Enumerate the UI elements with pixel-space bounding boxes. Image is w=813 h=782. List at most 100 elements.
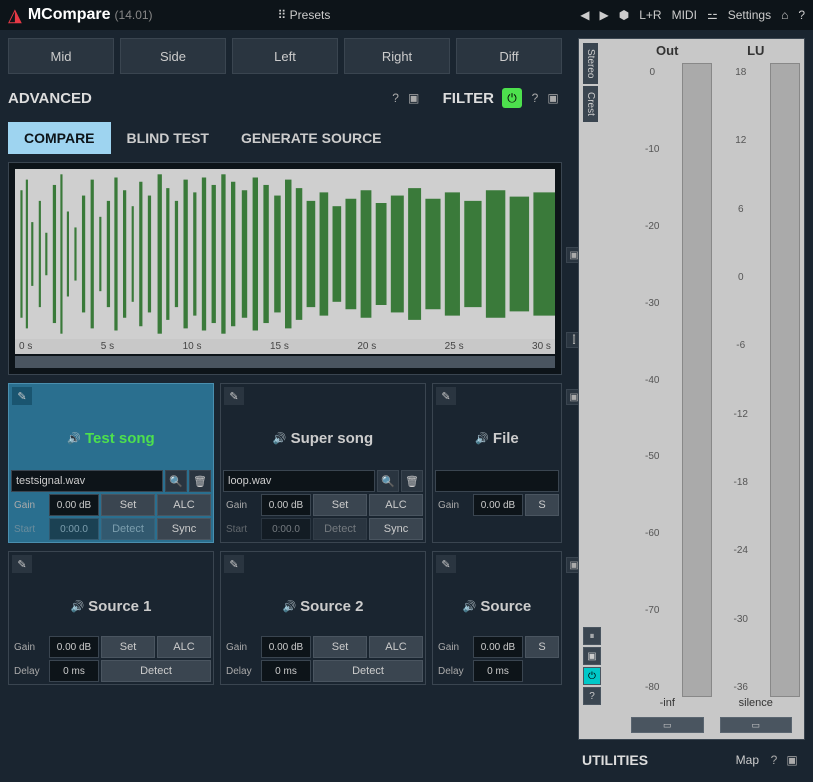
tab-blind-test[interactable]: BLIND TEST <box>111 122 225 154</box>
gain-value[interactable]: 0.00 dB <box>261 494 311 516</box>
stereo-tab[interactable]: Stereo <box>583 43 598 84</box>
gain-value[interactable]: 0.00 dB <box>49 494 99 516</box>
edit-icon[interactable]: ✎ <box>224 387 244 405</box>
edit-icon[interactable]: ✎ <box>436 555 456 573</box>
out-meter-menu[interactable]: ▭ <box>631 717 704 733</box>
edit-icon[interactable]: ✎ <box>12 555 32 573</box>
utilities-label: UTILITIES <box>582 752 648 768</box>
meter-power-button[interactable]: ⏻ <box>583 667 601 685</box>
mode-diff[interactable]: Diff <box>456 38 562 74</box>
file-input[interactable] <box>223 470 375 492</box>
alc-button[interactable]: ALC <box>157 494 211 516</box>
set-button[interactable]: Set <box>313 636 367 658</box>
filter-collapse-icon[interactable]: ▣ <box>544 89 562 107</box>
tab-compare[interactable]: COMPARE <box>8 122 111 154</box>
lu-meter-menu[interactable]: ▭ <box>720 717 793 733</box>
channels-button[interactable]: L+R <box>639 8 661 22</box>
mode-side[interactable]: Side <box>120 38 226 74</box>
file-slots-row: ✎ 🔊 Test song 🔍 🗑 Gain 0.00 dB Set ALC St… <box>8 383 562 543</box>
slot-title: Test song <box>85 430 155 447</box>
slot-super-song[interactable]: ✎ 🔊Super song 🔍 🗑 Gain 0.00 dB Set ALC S… <box>220 383 426 543</box>
mode-right[interactable]: Right <box>344 38 450 74</box>
meter-pause-button[interactable]: ⏸ <box>583 627 601 645</box>
midi-button[interactable]: MIDI <box>672 8 697 22</box>
sync-button[interactable]: Sync <box>369 518 423 540</box>
detect-button[interactable]: Detect <box>101 518 155 540</box>
file-input[interactable] <box>435 470 559 492</box>
edit-icon[interactable]: ✎ <box>436 387 456 405</box>
lu-meter-bar <box>770 63 800 697</box>
slot-title: File <box>493 430 519 447</box>
sync-button[interactable]: Sync <box>157 518 211 540</box>
delay-value[interactable]: 0 ms <box>49 660 99 682</box>
set-button[interactable]: Set <box>313 494 367 516</box>
set-button[interactable]: Set <box>101 494 155 516</box>
filter-power-button[interactable]: ⏻ <box>502 88 522 108</box>
map-button[interactable]: Map <box>736 753 759 767</box>
detect-button[interactable]: Detect <box>313 660 423 682</box>
utilities-help-icon[interactable]: ? <box>765 751 783 769</box>
out-meter-value: -inf <box>623 697 712 715</box>
slot-source-3[interactable]: ✎ 🔊Source Gain 0.00 dB S Delay 0 ms <box>432 551 562 685</box>
alc-button[interactable]: ALC <box>157 636 211 658</box>
delay-label: Delay <box>11 660 47 682</box>
speaker-icon: 🔊 <box>463 600 477 613</box>
speaker-icon: 🔊 <box>70 600 84 613</box>
start-label: Start <box>11 518 47 540</box>
set-button[interactable]: S <box>525 494 559 516</box>
dice-icon[interactable]: ⬢ <box>619 8 629 22</box>
advanced-collapse-icon[interactable]: ▣ <box>405 89 423 107</box>
search-icon[interactable]: 🔍 <box>377 470 399 492</box>
edit-icon[interactable]: ✎ <box>224 555 244 573</box>
start-value[interactable]: 0:00.0 <box>261 518 311 540</box>
delay-label: Delay <box>223 660 259 682</box>
start-value[interactable]: 0:00.0 <box>49 518 99 540</box>
waveform-display[interactable] <box>15 169 555 339</box>
utilities-collapse-icon[interactable]: ▣ <box>783 751 801 769</box>
slot-file[interactable]: ✎ 🔊File Gain 0.00 dB S <box>432 383 562 543</box>
delay-label: Delay <box>435 660 471 682</box>
advanced-label: ADVANCED <box>8 90 92 107</box>
settings-button[interactable]: Settings <box>728 8 771 22</box>
meter-collapse-button[interactable]: ▣ <box>583 647 601 665</box>
slot-source-1[interactable]: ✎ 🔊Source 1 Gain 0.00 dB Set ALC Delay 0… <box>8 551 214 685</box>
lu-meter-label: LU <box>712 43 801 63</box>
time-label: 25 s <box>445 341 464 352</box>
next-icon[interactable]: ▶ <box>600 8 609 22</box>
home-icon[interactable]: ⌂ <box>781 8 788 22</box>
waveform-scrollbar[interactable] <box>15 356 555 368</box>
meter-help-button[interactable]: ? <box>583 687 601 705</box>
speaker-icon: 🔊 <box>282 600 296 613</box>
prev-icon[interactable]: ◀ <box>580 8 589 22</box>
slot-test-song[interactable]: ✎ 🔊 Test song 🔍 🗑 Gain 0.00 dB Set ALC St… <box>8 383 214 543</box>
delay-value[interactable]: 0 ms <box>473 660 523 682</box>
gain-value[interactable]: 0.00 dB <box>473 494 523 516</box>
sliders-icon[interactable]: ⚍ <box>707 8 718 22</box>
presets-button[interactable]: ⠿ Presets <box>278 8 331 22</box>
mode-left[interactable]: Left <box>232 38 338 74</box>
help-icon[interactable]: ? <box>798 8 805 22</box>
advanced-help-icon[interactable]: ? <box>387 89 405 107</box>
speaker-icon: 🔊 <box>67 432 81 445</box>
delay-value[interactable]: 0 ms <box>261 660 311 682</box>
mode-mid[interactable]: Mid <box>8 38 114 74</box>
slot-source-2[interactable]: ✎ 🔊Source 2 Gain 0.00 dB Set ALC Delay 0… <box>220 551 426 685</box>
set-button[interactable]: S <box>525 636 559 658</box>
file-input[interactable] <box>11 470 163 492</box>
tab-generate-source[interactable]: GENERATE SOURCE <box>225 122 398 154</box>
set-button[interactable]: Set <box>101 636 155 658</box>
detect-button[interactable]: Detect <box>313 518 367 540</box>
filter-help-icon[interactable]: ? <box>526 89 544 107</box>
gain-label: Gain <box>11 494 47 516</box>
trash-icon[interactable]: 🗑 <box>401 470 423 492</box>
gain-value[interactable]: 0.00 dB <box>261 636 311 658</box>
trash-icon[interactable]: 🗑 <box>189 470 211 492</box>
gain-value[interactable]: 0.00 dB <box>49 636 99 658</box>
crest-tab[interactable]: Crest <box>583 86 598 122</box>
detect-button[interactable]: Detect <box>101 660 211 682</box>
alc-button[interactable]: ALC <box>369 494 423 516</box>
alc-button[interactable]: ALC <box>369 636 423 658</box>
edit-icon[interactable]: ✎ <box>12 387 32 405</box>
gain-value[interactable]: 0.00 dB <box>473 636 523 658</box>
search-icon[interactable]: 🔍 <box>165 470 187 492</box>
